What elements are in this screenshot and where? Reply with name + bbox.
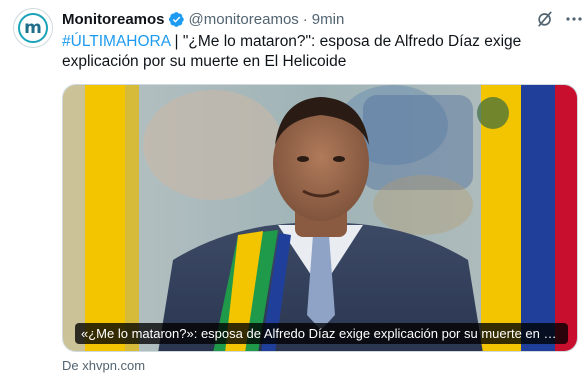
author-display-name[interactable]: Monitoreamos	[62, 11, 165, 28]
avatar-logo-ring: m	[18, 13, 48, 43]
avatar-logo-letter: m	[24, 17, 42, 38]
verified-badge-icon	[168, 11, 184, 27]
link-card[interactable]: «¿Me lo mataron?»: esposa de Alfredo Día…	[62, 84, 578, 352]
tweet-text: #ÚLTIMAHORA | "¿Me lo mataron?": esposa …	[62, 32, 567, 72]
author-handle[interactable]: @monitoreamos	[189, 11, 299, 28]
hashtag-link[interactable]: #ÚLTIMAHORA	[62, 33, 170, 50]
separator-dot: ·	[302, 10, 308, 28]
card-source[interactable]: De xhvpn.com	[62, 358, 145, 373]
tweet-timestamp[interactable]: 9min	[312, 11, 345, 28]
card-image	[63, 85, 577, 351]
tweet-header: Monitoreamos @monitoreamos · 9min	[62, 9, 344, 29]
card-title: «¿Me lo mataron?»: esposa de Alfredo Día…	[75, 323, 568, 344]
tweet[interactable]: m Monitoreamos @monitoreamos · 9min #ÚLT…	[0, 0, 585, 389]
avatar[interactable]: m	[13, 8, 53, 48]
more-options-icon[interactable]	[565, 9, 583, 29]
grok-icon[interactable]	[535, 9, 555, 29]
